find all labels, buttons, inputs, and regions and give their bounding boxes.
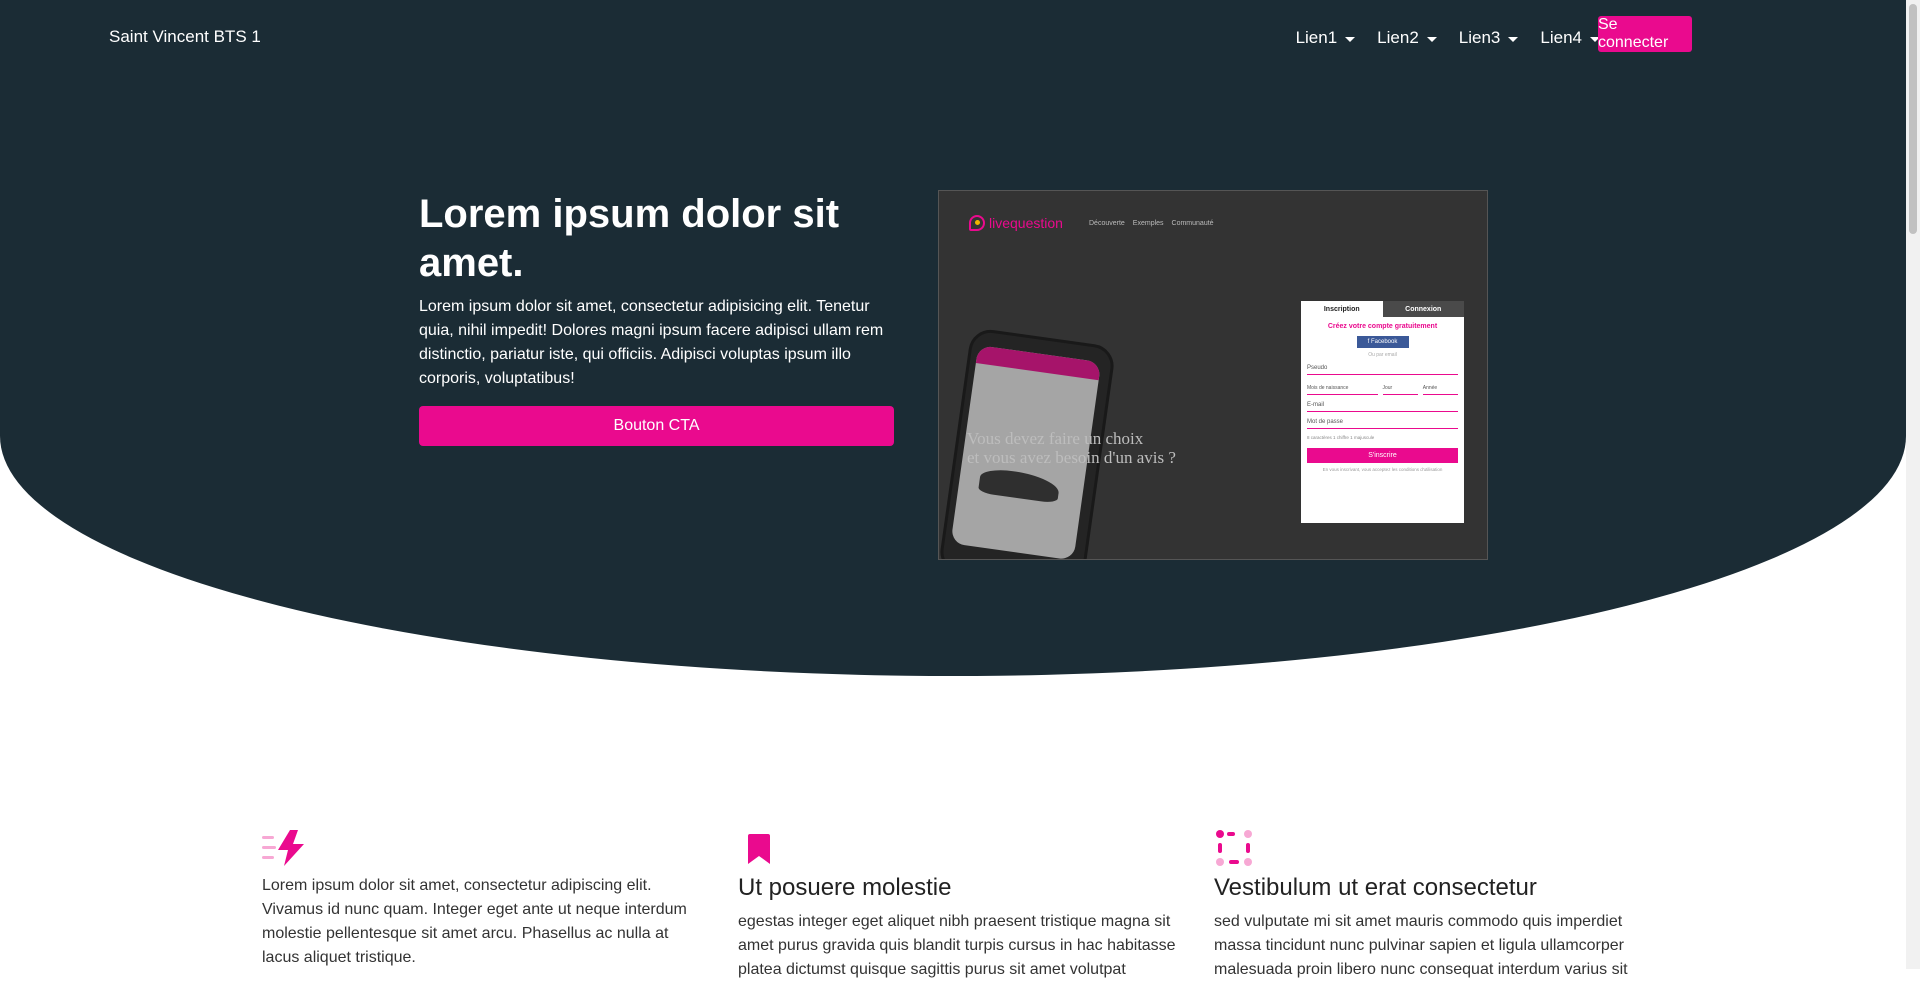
caret-down-icon	[1426, 36, 1437, 42]
mockup-year-field: Année	[1422, 385, 1458, 395]
mockup-form-heading: Créez votre compte gratuitement	[1327, 323, 1438, 330]
nav-link-label: Lien3	[1458, 28, 1501, 47]
login-button[interactable]: Se connecter	[1598, 16, 1692, 52]
brand-link[interactable]: Saint Vincent BTS 1	[109, 27, 261, 47]
mockup-submit-button: S'inscrire	[1307, 448, 1458, 463]
mockup-facebook-button: f Facebook	[1356, 336, 1409, 348]
dotted-frame-icon	[1216, 830, 1252, 866]
mockup-logo-text: livequestion	[989, 215, 1063, 231]
mockup-tagline-line: Vous devez faire un choix	[967, 429, 1144, 448]
mockup-form-separator: Ou par email	[1368, 352, 1397, 358]
bookmark-icon	[748, 834, 770, 864]
lightning-icon	[262, 830, 304, 866]
nav-dropdown-lien4[interactable]: Lien4	[1540, 28, 1600, 48]
mockup-tagline-line: et vous avez besoin d'un avis ?	[967, 448, 1176, 467]
mockup-menu: Découverte Exemples Communauté	[1089, 220, 1214, 227]
mockup-menu-item: Découverte	[1089, 220, 1125, 227]
feature-text: egestas integer eget aliquet nibh praese…	[738, 913, 1176, 978]
mockup-logo: livequestion	[969, 215, 1063, 231]
mockup-tab-signup: Inscription	[1301, 301, 1383, 317]
mockup-form-tabs: Inscription Connexion	[1301, 301, 1464, 317]
livequestion-logo-icon	[969, 215, 985, 231]
mockup-tagline: Vous devez faire un choix et vous avez b…	[967, 429, 1176, 467]
mockup-email-field: E-mail	[1307, 402, 1458, 412]
mockup-password-rules: 8 caractères 1 chiffre 1 majuscule	[1307, 435, 1375, 440]
mockup-menu-item: Exemples	[1132, 220, 1164, 227]
hero-screenshot-image: livequestion Découverte Exemples Communa…	[938, 190, 1488, 560]
mockup-birthdate-row: Mois de naissance Jour Année	[1307, 385, 1458, 395]
feature-text: sed vulputate mi sit amet mauris commodo…	[1214, 913, 1628, 978]
mockup-menu-item: Communauté	[1171, 220, 1214, 227]
scrollbar-thumb[interactable]	[1909, 4, 1917, 234]
mockup-legal-text: En vous inscrivant, vous acceptez les co…	[1322, 467, 1443, 472]
mockup-password-field: Mot de passe	[1307, 419, 1458, 429]
caret-down-icon	[1345, 36, 1356, 42]
mockup-signup-form: Inscription Connexion Créez votre compte…	[1301, 301, 1464, 523]
feature-title: Vestibulum ut erat consectetur	[1214, 874, 1537, 901]
nav-dropdown-lien3[interactable]: Lien3	[1459, 28, 1519, 48]
nav-link-label: Lien4	[1540, 28, 1582, 47]
mockup-pseudo-field: Pseudo	[1307, 365, 1458, 375]
nav-dropdown-lien2[interactable]: Lien2	[1377, 28, 1437, 48]
mockup-month-field: Mois de naissance	[1307, 385, 1378, 395]
page-scrollbar[interactable]	[1906, 0, 1920, 969]
nav-link-label: Lien2	[1377, 28, 1419, 47]
feature-text: Lorem ipsum dolor sit amet, consectetur …	[262, 877, 687, 966]
hero-text: Lorem ipsum dolor sit amet, consectetur …	[419, 298, 884, 387]
mockup-day-field: Jour	[1382, 385, 1418, 395]
main-nav: Lien1 Lien2 Lien3 Lien4	[1296, 28, 1600, 48]
feature-title: Ut posuere molestie	[738, 874, 952, 901]
nav-dropdown-lien1[interactable]: Lien1	[1296, 28, 1356, 48]
caret-down-icon	[1508, 36, 1519, 42]
hero-title: Lorem ipsum dolor sit amet.	[419, 192, 840, 285]
mockup-tab-login: Connexion	[1382, 301, 1464, 317]
nav-link-label: Lien1	[1295, 28, 1338, 47]
cta-button[interactable]: Bouton CTA	[419, 406, 894, 446]
